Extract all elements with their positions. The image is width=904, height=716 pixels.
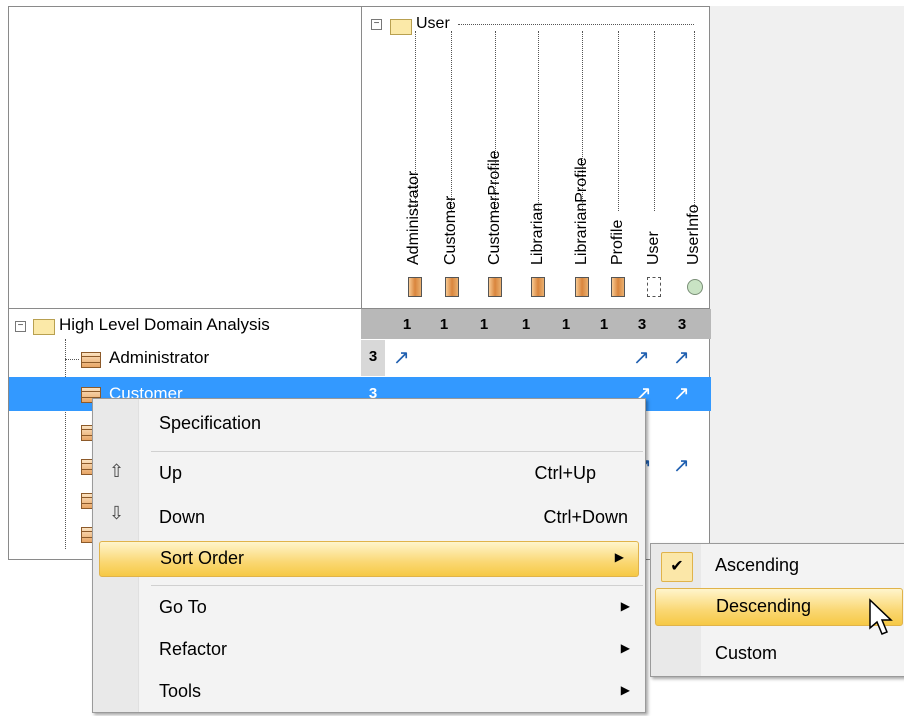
- menu-item-label: Down: [159, 507, 206, 527]
- menu-item-label: Tools: [159, 681, 202, 701]
- dependency-arrow-icon[interactable]: ↗: [673, 381, 690, 406]
- menu-item-custom[interactable]: Custom: [657, 636, 899, 672]
- column-connector: [618, 31, 619, 211]
- menu-item-label: Descending: [716, 596, 812, 616]
- column-label[interactable]: Administrator: [405, 171, 423, 265]
- menu-item-label: Up: [159, 463, 183, 483]
- menu-item-label: Custom: [715, 643, 778, 663]
- column-count: 1: [521, 316, 531, 333]
- shortcut-label: Ctrl+Up: [534, 463, 596, 483]
- column-count: 1: [561, 316, 571, 333]
- tree-connector: [65, 339, 66, 549]
- workspace-background: [710, 6, 904, 560]
- menu-item-up[interactable]: Up Ctrl+Up: [139, 457, 644, 491]
- dependency-arrow-icon[interactable]: ↗: [673, 453, 690, 478]
- column-label[interactable]: Customer: [442, 196, 460, 265]
- column-count: 1: [599, 316, 609, 333]
- folder-icon: [390, 19, 412, 35]
- collapse-icon[interactable]: −: [15, 321, 26, 332]
- column-count: 1: [402, 316, 412, 333]
- column-group-label[interactable]: User: [416, 15, 450, 33]
- column-count: 1: [439, 316, 449, 333]
- class-icon: [531, 277, 545, 297]
- menu-item-go-to[interactable]: Go To ▶: [139, 591, 644, 625]
- menu-item-label: Sort Order: [160, 548, 245, 568]
- row-count: 3: [368, 348, 378, 365]
- column-connector: [654, 31, 655, 211]
- menu-item-label: Ascending: [715, 555, 800, 575]
- menu-item-specification[interactable]: Specification: [139, 407, 644, 441]
- dependency-arrow-icon[interactable]: ↗: [633, 345, 650, 370]
- column-connector: [694, 31, 695, 211]
- column-label[interactable]: CustomerProfile: [486, 150, 504, 265]
- dependency-arrow-icon[interactable]: ↗: [673, 345, 690, 370]
- up-arrow-icon: ⇧: [109, 461, 125, 481]
- interface-icon: [647, 277, 661, 297]
- column-count: 3: [677, 316, 687, 333]
- menu-item-refactor[interactable]: Refactor ▶: [139, 633, 644, 667]
- column-connector: [538, 31, 539, 211]
- column-label[interactable]: UserInfo: [685, 205, 703, 265]
- column-header: − User Administrator Customer CustomerPr…: [361, 7, 712, 309]
- submenu-arrow-icon: ▶: [614, 550, 624, 564]
- column-count: 3: [637, 316, 647, 333]
- mouse-cursor-icon: [868, 598, 898, 643]
- matrix-corner: [9, 7, 361, 309]
- down-arrow-icon: ⇩: [109, 503, 125, 523]
- dependency-arrow-icon[interactable]: ↗: [393, 345, 410, 370]
- tree-connector: [65, 359, 79, 360]
- column-label[interactable]: User: [645, 231, 663, 265]
- group-connector: [458, 24, 694, 25]
- menu-item-sort-order[interactable]: Sort Order ▶: [99, 541, 639, 577]
- class-icon: [445, 277, 459, 297]
- submenu-arrow-icon: ▶: [620, 599, 630, 613]
- menu-item-label: Refactor: [159, 639, 228, 659]
- menu-separator: [151, 451, 643, 452]
- class-icon: [81, 352, 101, 368]
- column-label[interactable]: LibrarianProfile: [573, 157, 591, 265]
- menu-item-ascending[interactable]: Ascending: [657, 548, 899, 584]
- circle-icon: [687, 279, 703, 295]
- folder-icon: [33, 319, 55, 335]
- class-icon: [575, 277, 589, 297]
- menu-item-tools[interactable]: Tools ▶: [139, 675, 644, 709]
- submenu-arrow-icon: ▶: [620, 641, 630, 655]
- column-count: 1: [479, 316, 489, 333]
- context-menu: Specification ⇧ Up Ctrl+Up ⇩ Down Ctrl+D…: [92, 398, 646, 713]
- menu-item-label: Go To: [159, 597, 207, 617]
- row-group-label[interactable]: High Level Domain Analysis: [59, 315, 270, 335]
- menu-separator: [151, 585, 643, 586]
- row-label[interactable]: Administrator: [109, 348, 209, 368]
- collapse-icon[interactable]: −: [371, 19, 382, 30]
- column-label[interactable]: Librarian: [529, 203, 547, 265]
- menu-item-label: Specification: [159, 413, 262, 433]
- submenu-arrow-icon: ▶: [620, 683, 630, 697]
- class-icon: [611, 277, 625, 297]
- class-icon: [408, 277, 422, 297]
- menu-item-down[interactable]: Down Ctrl+Down: [139, 501, 644, 535]
- column-connector: [451, 31, 452, 211]
- class-icon: [488, 277, 502, 297]
- shortcut-label: Ctrl+Down: [543, 507, 628, 527]
- sort-order-submenu: ✔ Ascending Descending Custom: [650, 543, 904, 677]
- column-label[interactable]: Profile: [609, 220, 627, 265]
- menu-item-descending[interactable]: Descending: [655, 588, 903, 626]
